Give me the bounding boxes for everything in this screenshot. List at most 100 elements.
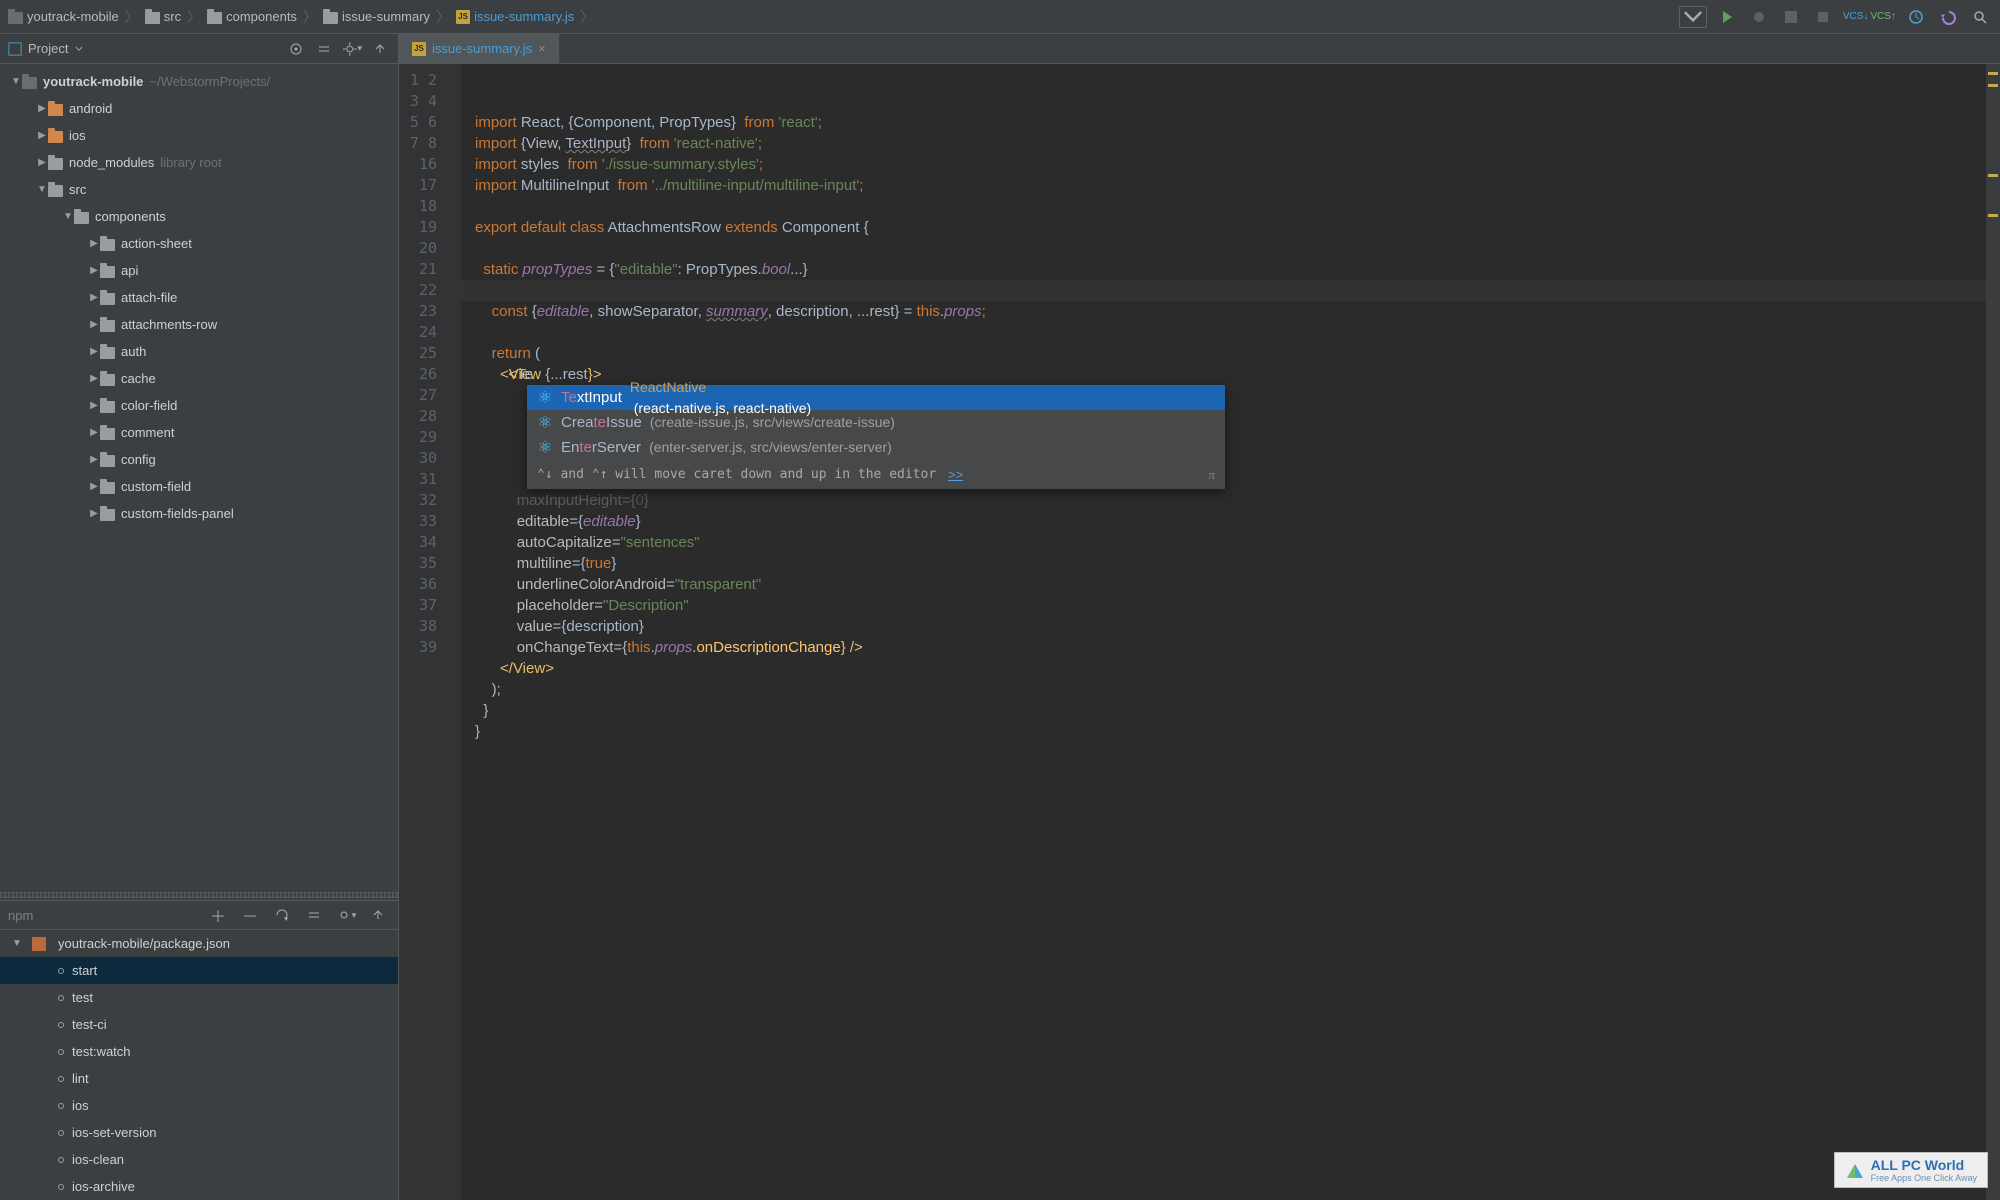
npm-hide-button[interactable] — [366, 903, 390, 927]
js-file-icon: JS — [412, 42, 426, 56]
search-button[interactable] — [1968, 5, 1992, 29]
vcs-update-button[interactable]: VCS↓ — [1843, 5, 1869, 29]
tree-item[interactable]: ▶attach-file — [0, 284, 398, 311]
npm-script-item[interactable]: ios-set-version — [0, 1119, 398, 1146]
history-button[interactable] — [1904, 5, 1928, 29]
tree-item[interactable]: ▶attachments-row — [0, 311, 398, 338]
tree-item[interactable]: ▼components — [0, 203, 398, 230]
tree-item[interactable]: ▶custom-fields-panel — [0, 500, 398, 527]
npm-script-item[interactable]: test:watch — [0, 1038, 398, 1065]
panel-title: Project — [28, 41, 68, 56]
tree-arrow-icon[interactable]: ▶ — [88, 481, 100, 492]
add-button[interactable]: ＋ — [206, 903, 230, 927]
toolbar-actions: VCS↓ VCS↑ — [1679, 5, 1992, 29]
tree-arrow-icon[interactable]: ▶ — [36, 130, 48, 141]
tree-arrow-icon[interactable]: ▶ — [88, 292, 100, 303]
collapse-button[interactable] — [314, 39, 334, 59]
editor-tab[interactable]: JS issue-summary.js × — [399, 33, 559, 63]
npm-scripts-tree[interactable]: ▼youtrack-mobile/package.jsonstarttestte… — [0, 930, 398, 1200]
undo-button[interactable] — [1936, 5, 1960, 29]
settings-button[interactable]: ▾ — [342, 39, 362, 59]
tree-arrow-icon[interactable]: ▶ — [36, 103, 48, 114]
npm-script-item[interactable]: ios — [0, 1092, 398, 1119]
tree-item[interactable]: ▶android — [0, 95, 398, 122]
tree-arrow-icon[interactable]: ▶ — [88, 265, 100, 276]
hide-button[interactable] — [370, 39, 390, 59]
refresh-button[interactable] — [270, 903, 294, 927]
tree-item[interactable]: ▶cache — [0, 365, 398, 392]
js-file-icon: JS — [456, 10, 470, 24]
run-button[interactable] — [1715, 5, 1739, 29]
bullet-icon — [58, 1049, 64, 1055]
ac-hint-link[interactable]: >> — [948, 464, 963, 485]
npm-script-item[interactable]: lint — [0, 1065, 398, 1092]
tree-arrow-icon[interactable]: ▶ — [88, 454, 100, 465]
npm-script-item[interactable]: ios-clean — [0, 1146, 398, 1173]
breadcrumb-item[interactable]: components — [207, 9, 297, 24]
tree-item[interactable]: ▼youtrack-mobile~/WebstormProjects/ — [0, 68, 398, 95]
breadcrumb-item[interactable]: src — [145, 9, 181, 24]
folder-icon — [100, 428, 115, 440]
breadcrumb-label: src — [164, 9, 181, 24]
npm-script-item[interactable]: test-ci — [0, 1011, 398, 1038]
autocomplete-item[interactable]: ⚛CreateIssue(create-issue.js, src/views/… — [527, 410, 1225, 435]
npm-script-label: ios-clean — [72, 1152, 124, 1167]
react-icon: ⚛ — [537, 390, 553, 406]
tree-arrow-icon[interactable]: ▼ — [62, 211, 74, 222]
chevron-down-icon[interactable] — [74, 44, 84, 54]
coverage-button[interactable] — [1779, 5, 1803, 29]
autocomplete-popup[interactable]: ⚛TextInputReactNative (react-native.js, … — [527, 385, 1225, 489]
tree-label: action-sheet — [121, 236, 192, 251]
tree-arrow-icon[interactable]: ▶ — [88, 400, 100, 411]
breadcrumb-item[interactable]: youtrack-mobile — [8, 9, 119, 24]
npm-script-item[interactable]: test — [0, 984, 398, 1011]
tree-arrow-icon[interactable]: ▶ — [36, 157, 48, 168]
close-icon[interactable]: × — [538, 41, 546, 56]
tree-arrow-icon[interactable]: ▶ — [88, 238, 100, 249]
autocomplete-item[interactable]: ⚛TextInputReactNative (react-native.js, … — [527, 385, 1225, 410]
editor-area: JS issue-summary.js × 1 2 3 4 5 6 7 8 16… — [399, 34, 2000, 1200]
tree-arrow-icon[interactable]: ▶ — [88, 427, 100, 438]
breadcrumb-item-file[interactable]: JSissue-summary.js — [456, 9, 574, 24]
tree-item[interactable]: ▶ios — [0, 122, 398, 149]
stop-button[interactable] — [1811, 5, 1835, 29]
tree-arrow-icon[interactable]: ▼ — [10, 76, 22, 87]
chevron-down-icon — [1680, 4, 1706, 30]
code-content[interactable]: import React, {Component, PropTypes} fro… — [461, 64, 1986, 1200]
vcs-commit-button[interactable]: VCS↑ — [1870, 5, 1896, 29]
project-tree[interactable]: ▼youtrack-mobile~/WebstormProjects/▶andr… — [0, 64, 398, 890]
tree-item[interactable]: ▶ color-field — [0, 392, 398, 419]
tree-item[interactable]: ▶ action-sheet — [0, 230, 398, 257]
tree-item[interactable]: ▶api — [0, 257, 398, 284]
tree-arrow-icon[interactable]: ▶ — [88, 373, 100, 384]
locate-button[interactable] — [286, 39, 306, 59]
tree-item[interactable]: ▶ custom-field — [0, 473, 398, 500]
autocomplete-item[interactable]: ⚛EnterServer(enter-server.js, src/views/… — [527, 435, 1225, 460]
editor-scrollmap[interactable] — [1986, 64, 2000, 1200]
tree-item[interactable]: ▼src — [0, 176, 398, 203]
ac-source: (create-issue.js, src/views/create-issue… — [650, 412, 1215, 433]
npm-script-item[interactable]: ios-archive — [0, 1173, 398, 1200]
tree-label: color-field — [121, 398, 177, 413]
tree-item[interactable]: ▶comment — [0, 419, 398, 446]
tree-item[interactable]: ▶node_moduleslibrary root — [0, 149, 398, 176]
tree-item[interactable]: ▶auth — [0, 338, 398, 365]
remove-button[interactable]: － — [238, 903, 262, 927]
npm-root[interactable]: ▼youtrack-mobile/package.json — [0, 930, 398, 957]
editor-tabs: JS issue-summary.js × — [399, 34, 2000, 64]
collapse-all-button[interactable] — [302, 903, 326, 927]
tree-arrow-icon[interactable]: ▶ — [88, 346, 100, 357]
code-editor[interactable]: 1 2 3 4 5 6 7 8 16 17 18 19 20 21 22 23 … — [399, 64, 2000, 1200]
tree-label: custom-field — [121, 479, 191, 494]
npm-settings-button[interactable]: ▾ — [334, 903, 358, 927]
splitter[interactable] — [0, 892, 398, 898]
debug-button[interactable] — [1747, 5, 1771, 29]
tree-arrow-icon[interactable]: ▼ — [36, 184, 48, 195]
npm-script-item[interactable]: start — [0, 957, 398, 984]
breadcrumb-item[interactable]: issue-summary — [323, 9, 430, 24]
tree-arrow-icon[interactable]: ▶ — [88, 319, 100, 330]
chevron-right-icon: 〉 — [303, 7, 317, 27]
tree-item[interactable]: ▶config — [0, 446, 398, 473]
run-config-combo[interactable] — [1679, 6, 1707, 28]
tree-arrow-icon[interactable]: ▶ — [88, 508, 100, 519]
